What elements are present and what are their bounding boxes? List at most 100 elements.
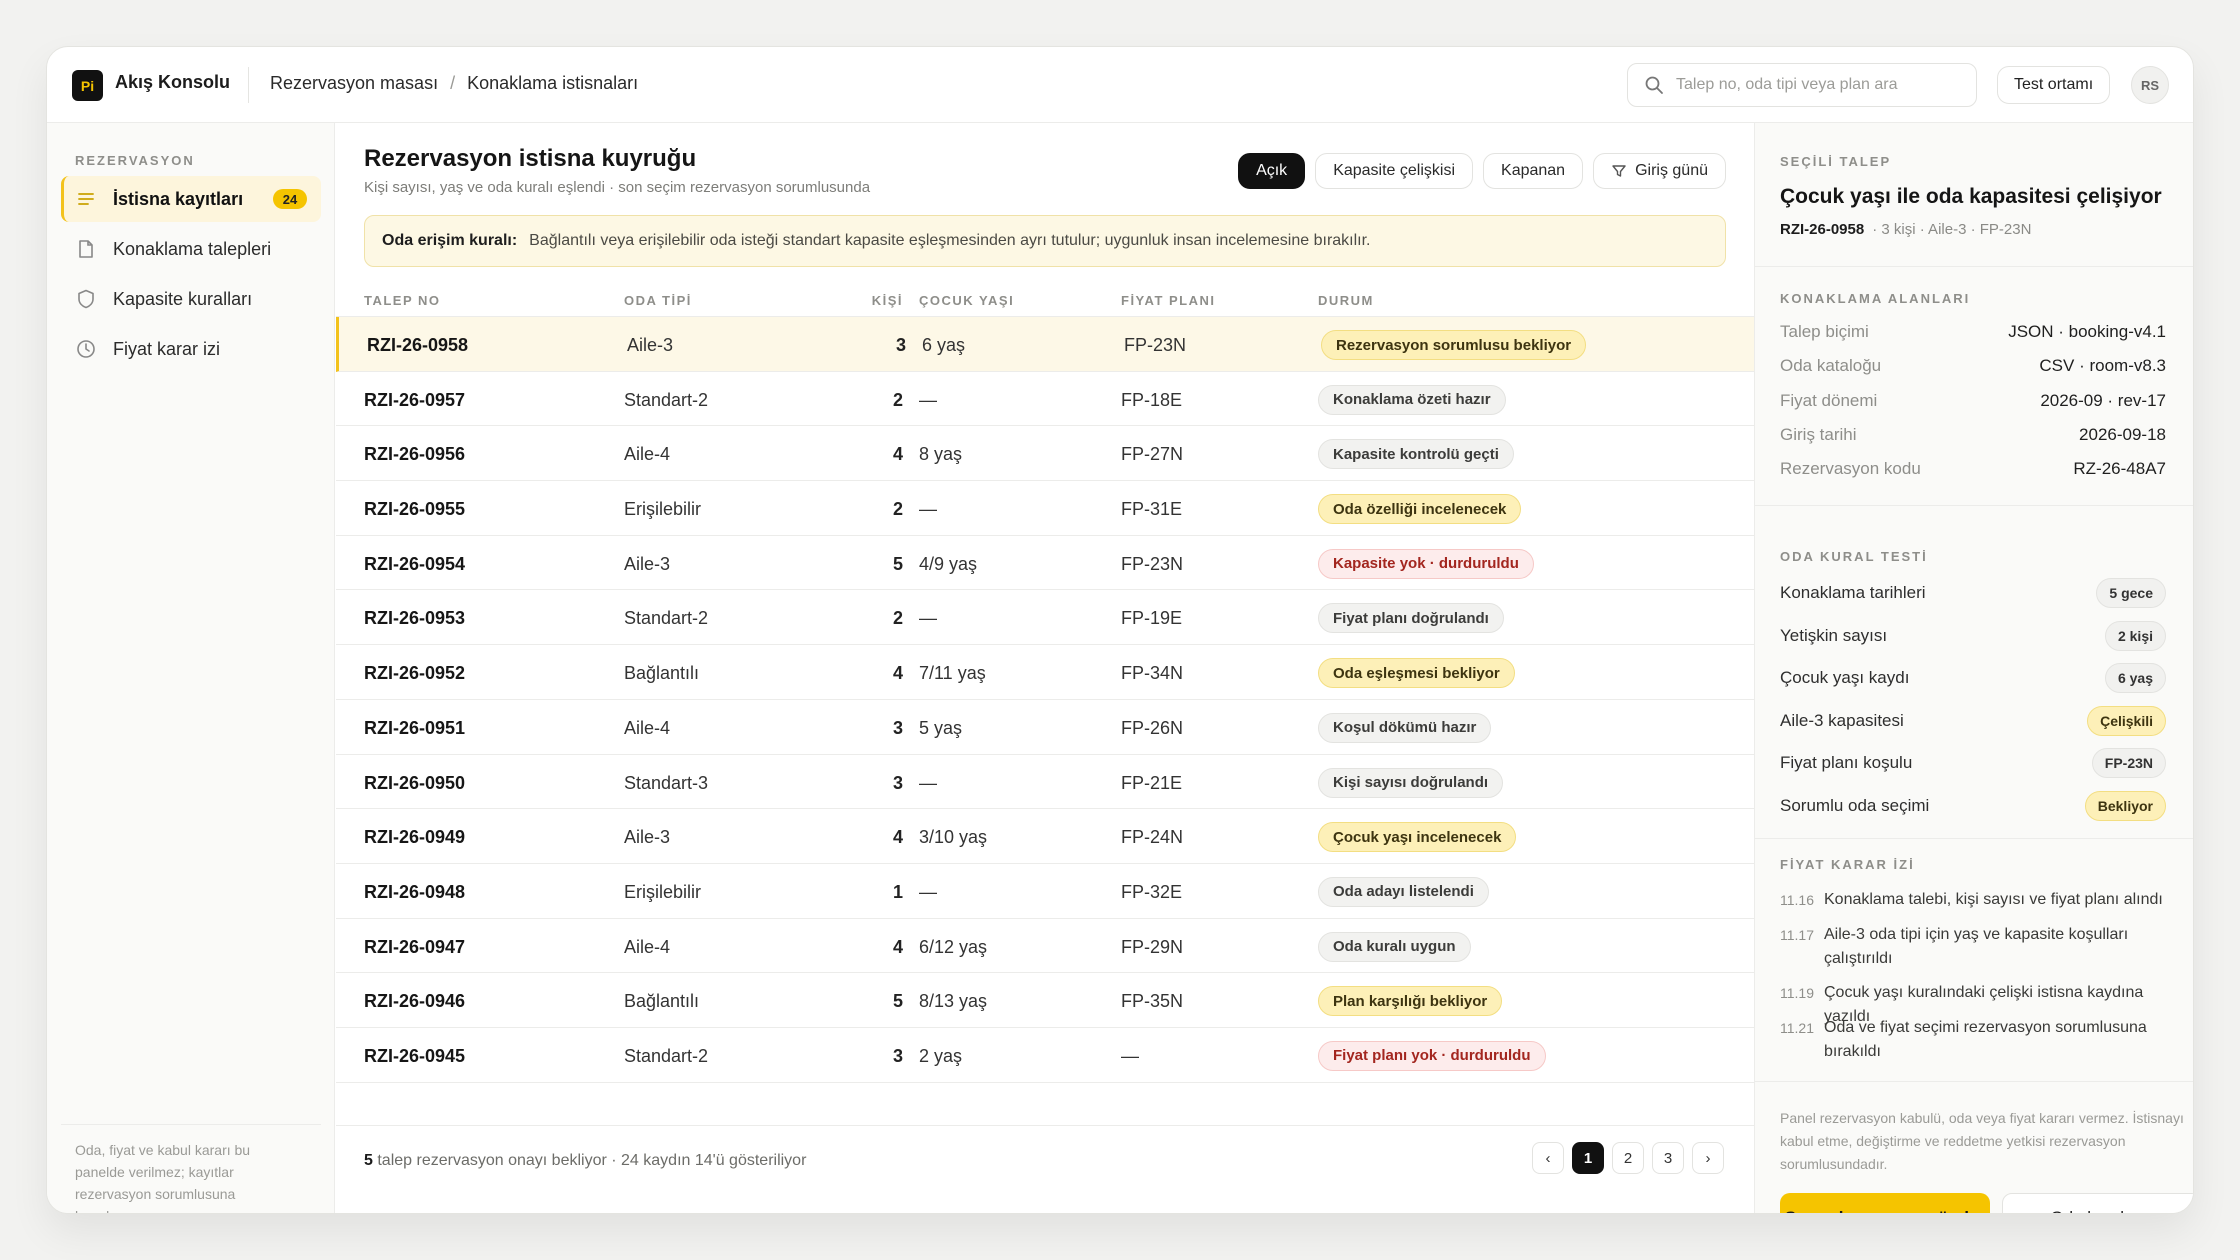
test-label: Konaklama tarihleri (1780, 583, 1926, 602)
table-row[interactable]: RZI-26-0958 Aile-3 3 6 yaş FP-23N Rezervasyon… (336, 317, 1754, 372)
status-badge: Kapasite yok · durduruldu (1318, 548, 1534, 579)
test-row: Yetişkin sayısı 2 kişi (1780, 621, 2193, 651)
table-row[interactable]: RZI-26-0952 Bağlantılı 4 7/11 yaş FP-34N Oda … (336, 645, 1754, 700)
test-result: FP-23N (2091, 748, 2166, 778)
page-button-3[interactable]: 3 (1652, 1142, 1684, 1174)
filter-closed[interactable]: Kapanan (1483, 153, 1584, 189)
next-page-button[interactable]: › (1692, 1142, 1724, 1174)
search-box[interactable] (1627, 63, 1977, 107)
page-title: Rezervasyon istisna kuyruğu (364, 145, 697, 172)
sidebar-item-requests[interactable]: Konaklama talepleri (61, 226, 321, 272)
room-type-cell: Standart-2 (624, 1045, 709, 1066)
trail-time: 11.21 (1780, 1020, 1814, 1036)
table-row[interactable]: RZI-26-0957 Standart-2 2 — FP-18E Konaklama ö… (336, 372, 1754, 427)
table-row[interactable]: RZI-26-0956 Aile-4 4 8 yaş FP-27N Kapasite ko… (336, 426, 1754, 482)
sidebar-item-price-trail[interactable]: Fiyat karar izi (61, 326, 321, 372)
pagination: ‹ 1 2 3 › (1532, 1142, 1724, 1174)
column-header[interactable]: TALEP NO (364, 293, 441, 308)
column-header[interactable]: ÇOCUK YAŞI (919, 293, 1014, 308)
request-id-cell: RZI-26-0953 (364, 608, 466, 629)
room-type-cell: Standart-3 (624, 772, 709, 793)
request-id: RZI-26-0958 (1780, 221, 1865, 238)
room-type-cell: Aile-3 (624, 553, 671, 574)
filter-open[interactable]: Açık (1238, 153, 1306, 189)
column-header[interactable]: KİŞİ (863, 293, 903, 308)
test-result: 2 kişi (2104, 621, 2166, 651)
room-type-cell: Erişilebilir (624, 881, 702, 902)
table-row[interactable]: RZI-26-0946 Bağlantılı 5 8/13 yaş FP-35N Plan… (336, 973, 1754, 1028)
field-label: Fiyat dönemi (1780, 391, 1878, 410)
table-row[interactable]: RZI-26-0947 Aile-4 4 6/12 yaş FP-29N Oda kura… (336, 919, 1754, 974)
test-row: Fiyat planı koşulu FP-23N (1780, 748, 2193, 778)
table-row[interactable]: RZI-26-0945 Standart-2 3 2 yaş — Fiyat planı … (336, 1028, 1754, 1083)
trail-message: Konaklama talebi, kişi sayısı ve fiyat p… (1824, 891, 2163, 908)
status-badge: Fiyat planı doğrulandı (1318, 603, 1504, 634)
page-button-2[interactable]: 2 (1612, 1142, 1644, 1174)
open-room-rule-button[interactable]: Oda kuralını aç (2002, 1193, 2193, 1213)
footer-text: talep rezervasyon onayı bekliyor · 24 ka… (372, 1152, 807, 1169)
sidebar-item-capacity-rules[interactable]: Kapasite kuralları (61, 276, 321, 322)
test-result: Bekliyor (2084, 791, 2166, 821)
divider (248, 67, 249, 103)
search-input[interactable] (1676, 76, 1956, 94)
test-label: Fiyat planı koşulu (1780, 753, 1913, 772)
app-logo: Pi (72, 70, 103, 101)
prev-page-button[interactable]: ‹ (1532, 1142, 1564, 1174)
search-icon (1645, 76, 1663, 94)
column-header[interactable]: FİYAT PLANI (1121, 293, 1216, 308)
rule-label: Oda erişim kuralı: (382, 232, 518, 249)
send-for-approval-button[interactable]: Sorumlu onayına gönder (1780, 1193, 1990, 1213)
column-header[interactable]: DURUM (1318, 293, 1374, 308)
request-id-cell: RZI-26-0958 (367, 335, 469, 355)
price-plan-cell: FP-19E (1121, 608, 1183, 629)
table-row[interactable]: RZI-26-0955 Erişilebilir 2 — FP-31E Oda özell… (336, 481, 1754, 536)
child-age-cell: 4/9 yaş (919, 553, 978, 574)
list-icon (78, 193, 94, 205)
status-badge: Oda özelliği incelenecek (1318, 494, 1522, 525)
status-badge: Kapasite kontrolü geçti (1318, 439, 1514, 470)
breadcrumb-item-desk[interactable]: Rezervasyon masası (270, 73, 438, 94)
table-row[interactable]: RZI-26-0950 Standart-3 3 — FP-21E Kişi sayısı… (336, 755, 1754, 810)
request-id-cell: RZI-26-0948 (364, 881, 466, 902)
room-type-cell: Aile-4 (624, 936, 671, 957)
panel-heading: SEÇİLİ TALEP (1780, 154, 1892, 169)
request-id-cell: RZI-26-0946 (364, 991, 466, 1012)
page-button-1[interactable]: 1 (1572, 1142, 1604, 1174)
trail-time: 11.19 (1780, 985, 1814, 1001)
shield-icon (78, 289, 94, 309)
table-row[interactable]: RZI-26-0949 Aile-3 4 3/10 yaş FP-24N Çocuk ya… (336, 809, 1754, 864)
people-count-cell: 3 (892, 1045, 903, 1066)
breadcrumb-item-current: Konaklama istisnaları (467, 73, 639, 93)
trail-entry: 11.21 Oda ve fiyat seçimi rezervasyon sor… (1780, 1016, 2190, 1064)
table-row[interactable]: RZI-26-0954 Aile-3 5 4/9 yaş FP-23N Kapasite … (336, 536, 1754, 591)
people-count-cell: 1 (892, 881, 903, 902)
child-age-cell: — (919, 389, 937, 410)
field-row: Giriş tarihi 2026-09-18 (1780, 425, 2193, 445)
table-row[interactable]: RZI-26-0951 Aile-4 3 5 yaş FP-26N Koşul döküm… (336, 700, 1754, 755)
people-count-cell: 2 (892, 389, 903, 410)
room-type-cell: Bağlantılı (624, 991, 700, 1012)
people-count-cell: 2 (892, 608, 903, 629)
price-plan-cell: FP-23N (1121, 553, 1184, 574)
top-bar: Pi Akış Konsolu Rezervasyon masası / Kon… (47, 47, 2193, 123)
avatar[interactable]: RS (2131, 66, 2169, 104)
table-body: RZI-26-0958 Aile-3 3 6 yaş FP-23N Rezervasyon… (336, 317, 1754, 1083)
column-header[interactable]: ODA TİPİ (624, 293, 692, 308)
room-type-cell: Aile-3 (624, 827, 671, 848)
request-id-cell: RZI-26-0957 (364, 389, 466, 410)
app-window: Pi Akış Konsolu Rezervasyon masası / Kon… (46, 46, 2194, 1214)
sidebar-heading: REZERVASYON (75, 153, 195, 168)
clock-icon (77, 340, 95, 358)
filter-capacity-conflict[interactable]: Kapasite çelişkisi (1315, 153, 1474, 189)
environment-button[interactable]: Test ortamı (1997, 66, 2111, 104)
field-label: Giriş tarihi (1780, 425, 1857, 444)
field-value: RZ-26-48A7 (2073, 459, 2166, 478)
status-badge: Plan karşılığı bekliyor (1318, 986, 1503, 1017)
request-id-cell: RZI-26-0947 (364, 936, 466, 957)
price-plan-cell: FP-27N (1121, 444, 1184, 465)
table-row[interactable]: RZI-26-0953 Standart-2 2 — FP-19E Fiyat planı… (336, 590, 1754, 646)
filter-checkin-day[interactable]: Giriş günü (1593, 153, 1726, 189)
table-row[interactable]: RZI-26-0948 Erişilebilir 1 — FP-32E Oda adayı… (336, 864, 1754, 919)
sidebar-item-label: Kapasite kuralları (113, 288, 253, 309)
sidebar-item-exceptions[interactable]: İstisna kayıtları 24 (61, 176, 321, 222)
